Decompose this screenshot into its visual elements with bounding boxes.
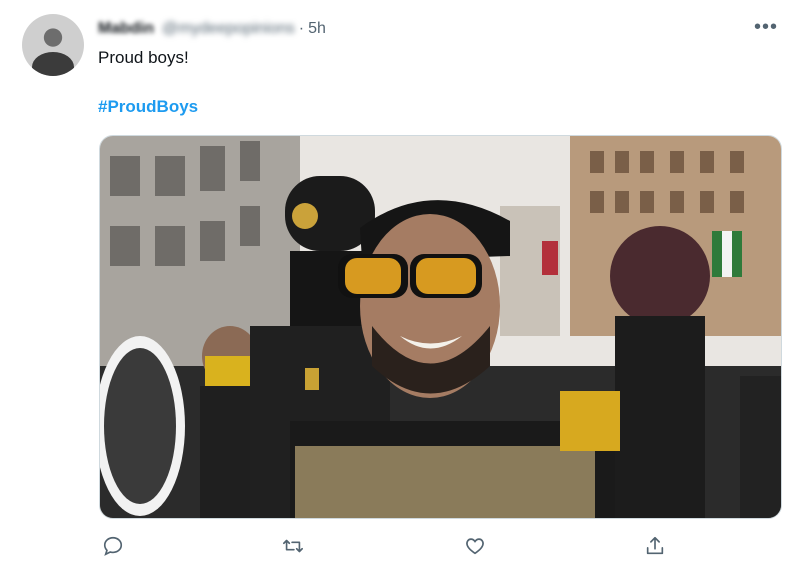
retweet-button[interactable]: [279, 532, 307, 560]
hashtag-link[interactable]: #ProudBoys: [98, 97, 198, 117]
share-icon: [646, 536, 664, 555]
separator-dot: ·: [298, 20, 305, 37]
author-name[interactable]: Mabdin: [98, 20, 154, 38]
author-handle[interactable]: @mydeepopinions: [162, 20, 295, 38]
share-button[interactable]: [641, 532, 669, 560]
reply-icon: [103, 536, 123, 556]
photo-scene: [100, 136, 781, 518]
timestamp[interactable]: 5h: [308, 20, 326, 38]
tweet-photo[interactable]: [99, 135, 782, 519]
retweet-icon: [283, 539, 303, 553]
tweet-header: Mabdin @mydeepopinions · 5h: [98, 18, 326, 40]
reply-button[interactable]: [99, 532, 127, 560]
like-button[interactable]: [461, 532, 489, 560]
like-icon: [466, 538, 484, 555]
more-options-icon[interactable]: •••: [754, 16, 778, 39]
tweet-actions: [99, 532, 669, 560]
tweet-text: Proud boys!: [98, 48, 189, 67]
avatar[interactable]: [22, 14, 84, 76]
